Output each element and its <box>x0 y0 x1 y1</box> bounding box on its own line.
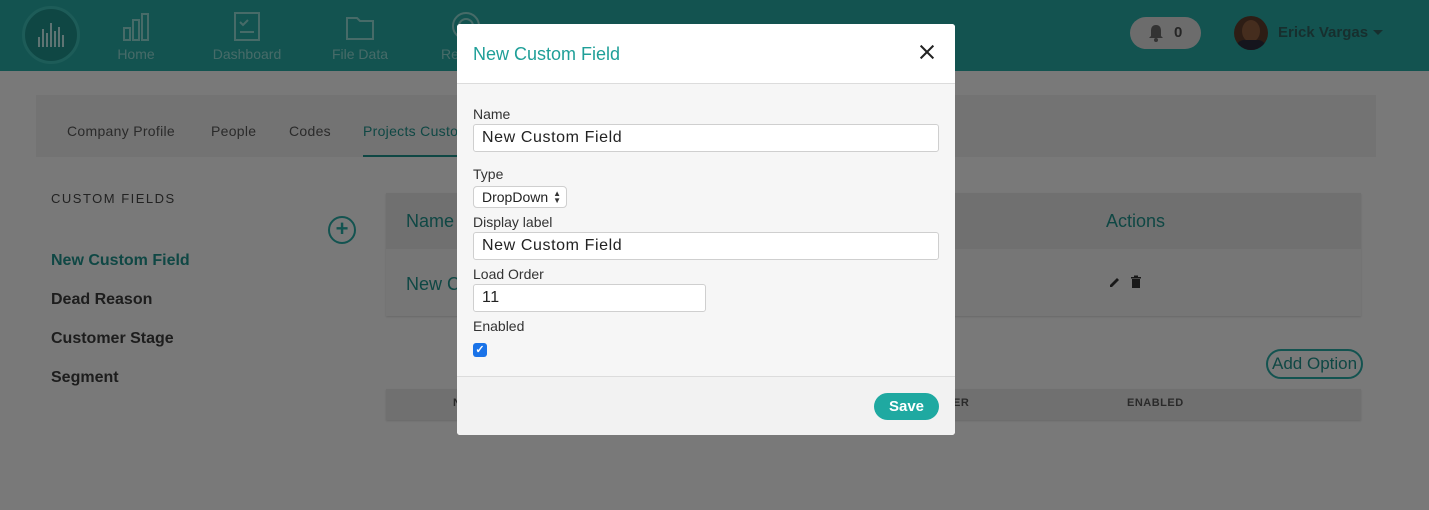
save-button[interactable]: Save <box>874 393 939 420</box>
select-arrows-icon: ▲ ▼ <box>553 189 561 205</box>
enabled-label: Enabled <box>473 318 525 334</box>
name-input[interactable]: New Custom Field <box>473 124 939 152</box>
dialog-header: New Custom Field <box>457 24 955 84</box>
type-label: Type <box>473 166 504 182</box>
dialog-footer: Save <box>457 376 955 435</box>
name-label: Name <box>473 106 511 122</box>
enabled-checkbox[interactable]: ✓ <box>473 343 487 357</box>
type-select-value: DropDown <box>482 189 549 205</box>
close-icon[interactable] <box>915 40 939 64</box>
dialog-title: New Custom Field <box>473 44 621 64</box>
load-order-label: Load Order <box>473 266 544 282</box>
new-custom-field-dialog: New Custom Field Name New Custom Field T… <box>457 24 955 435</box>
display-label-label: Display label <box>473 214 553 230</box>
display-label-input[interactable]: New Custom Field <box>473 232 939 260</box>
type-select[interactable]: DropDown ▲ ▼ <box>473 186 567 208</box>
load-order-input[interactable]: 11 <box>473 284 706 312</box>
